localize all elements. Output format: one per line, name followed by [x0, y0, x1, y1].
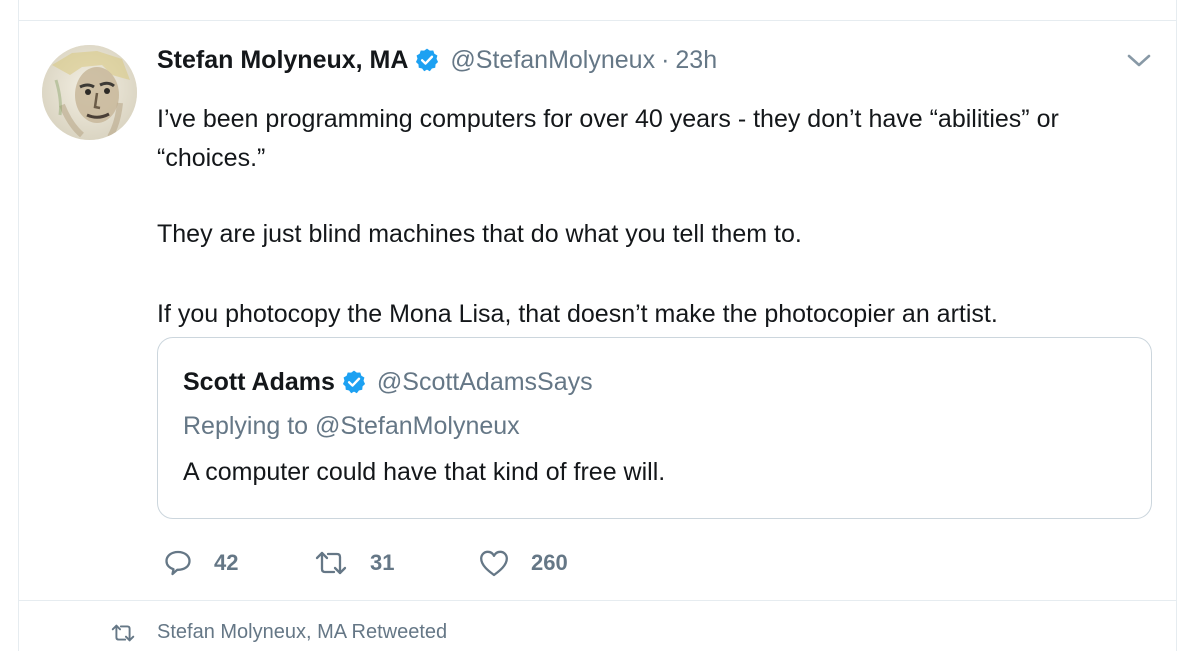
avatar[interactable] — [42, 45, 137, 140]
retweet-icon — [109, 622, 137, 644]
heart-icon — [478, 548, 510, 578]
like-count: 260 — [531, 550, 568, 575]
tweet-paragraph: I’ve been programming computers for over… — [157, 105, 1059, 172]
tweet-timestamp[interactable]: 23h — [675, 46, 717, 75]
chevron-down-icon[interactable] — [1124, 50, 1154, 72]
tweet-text: I’ve been programming computers for over… — [157, 100, 1152, 334]
quoted-tweet-header: Scott Adams @ScottAdamsSays — [183, 364, 593, 400]
tweet[interactable]: Stefan Molyneux, MA @StefanMolyneux · 23… — [18, 20, 1177, 600]
retweet-icon — [313, 548, 349, 578]
next-tweet[interactable]: Stefan Molyneux, MA Retweeted — [18, 600, 1177, 651]
verified-badge-icon — [414, 47, 440, 73]
quoted-author-name: Scott Adams — [183, 367, 335, 396]
quoted-tweet-text: A computer could have that kind of free … — [183, 458, 666, 486]
tweet-header: Stefan Molyneux, MA @StefanMolyneux · 23… — [157, 42, 717, 78]
previous-tweet-card — [18, 0, 1177, 21]
quoted-author-handle: @ScottAdamsSays — [376, 367, 593, 396]
tweet-paragraph: They are just blind machines that do wha… — [157, 220, 802, 248]
reply-count: 42 — [214, 550, 239, 575]
author-handle[interactable]: @StefanMolyneux — [450, 46, 655, 75]
retweet-count: 31 — [370, 550, 395, 575]
tweet-paragraph: If you photocopy the Mona Lisa, that doe… — [157, 300, 998, 328]
retweet-button[interactable]: 31 — [313, 548, 394, 578]
author-name[interactable]: Stefan Molyneux, MA — [157, 46, 408, 75]
header-separator: · — [661, 45, 670, 74]
reply-icon — [163, 548, 193, 578]
reply-button[interactable]: 42 — [163, 548, 238, 578]
retweeted-label[interactable]: Stefan Molyneux, MA Retweeted — [157, 621, 447, 644]
replying-to: Replying to @StefanMolyneux — [183, 412, 520, 440]
quoted-tweet[interactable]: Scott Adams @ScottAdamsSays Replying to … — [157, 337, 1152, 519]
retweeted-context: Stefan Molyneux, MA Retweeted — [109, 621, 447, 644]
verified-badge-icon — [341, 369, 367, 395]
like-button[interactable]: 260 — [478, 548, 568, 578]
